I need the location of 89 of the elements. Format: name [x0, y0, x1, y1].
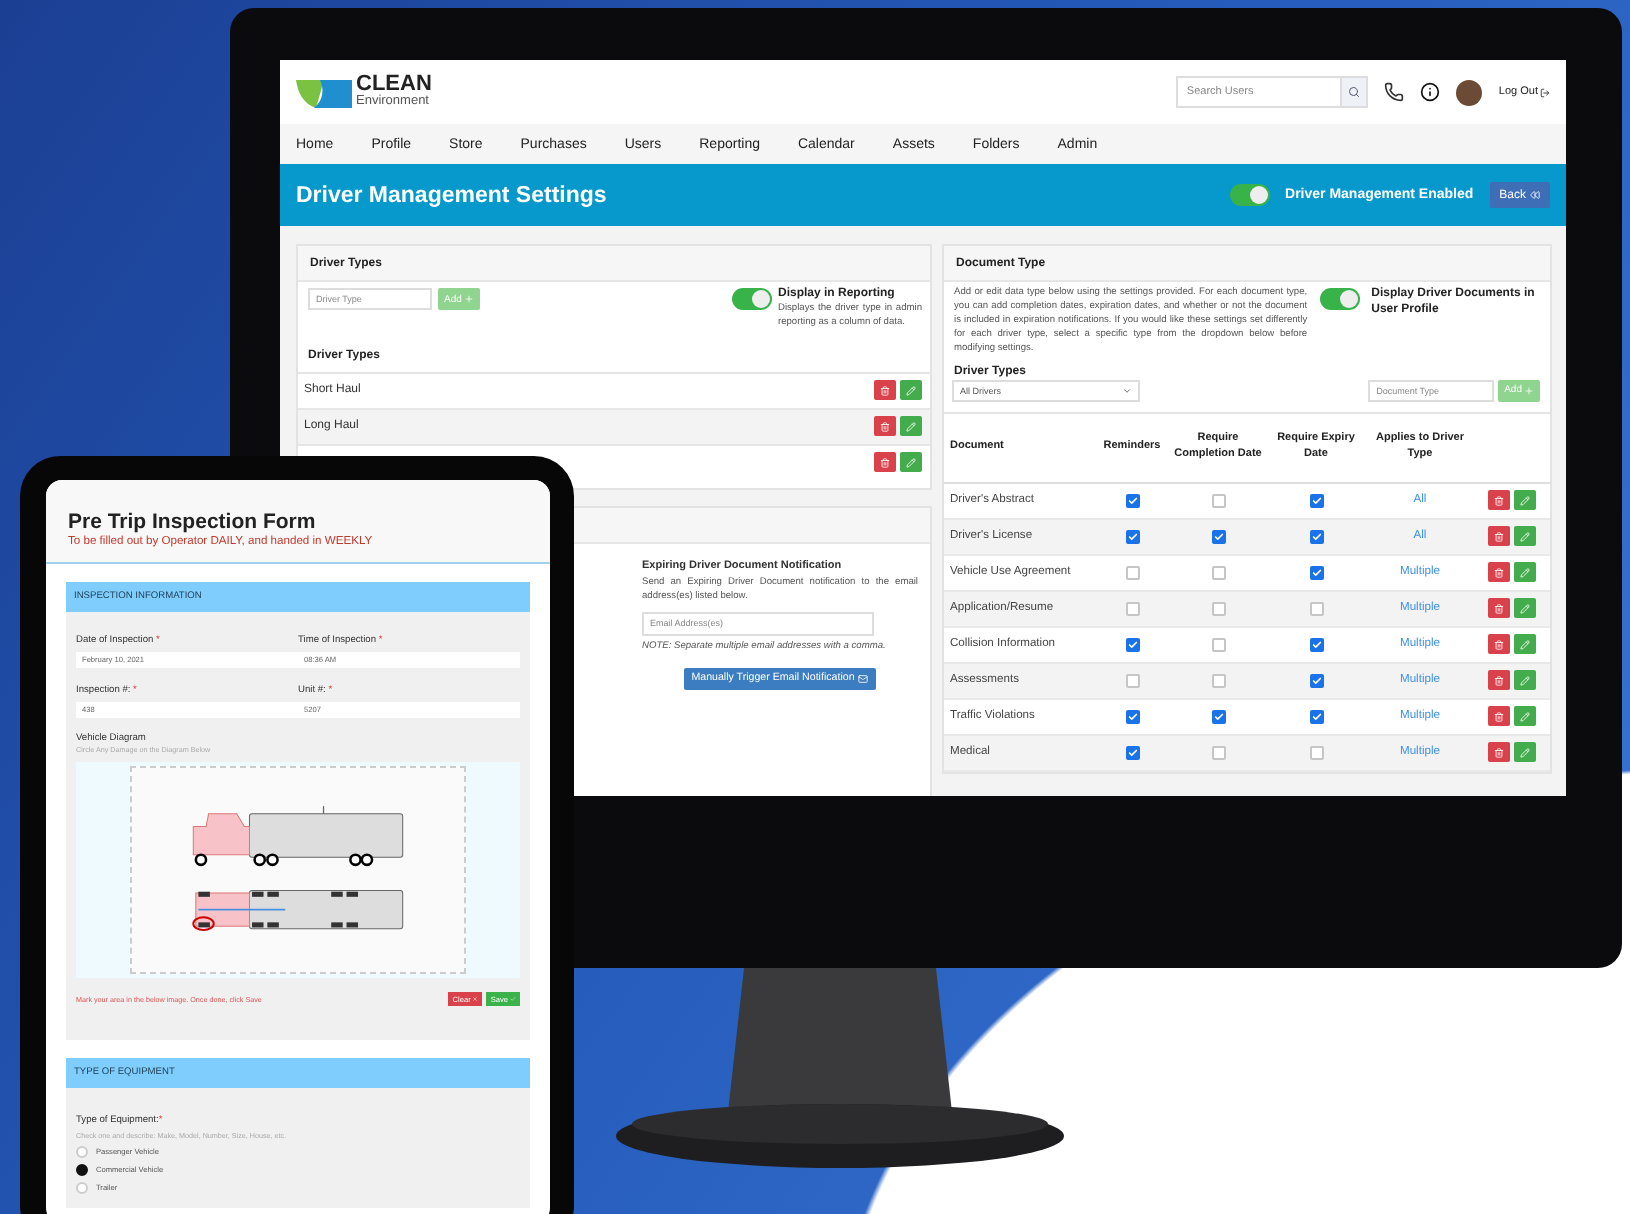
delete-button[interactable] [874, 380, 896, 401]
trash-icon [1493, 639, 1503, 650]
delete-button[interactable] [1487, 526, 1509, 547]
checkbox[interactable] [1309, 601, 1323, 616]
toggle-switch[interactable] [1229, 184, 1270, 206]
checkbox[interactable] [1125, 745, 1139, 760]
trash-icon [1493, 531, 1503, 542]
search-icon [1348, 86, 1361, 98]
checkbox[interactable] [1309, 637, 1323, 652]
edit-button[interactable] [900, 452, 922, 473]
pencil-icon [1519, 495, 1529, 506]
pencil-icon [1519, 675, 1529, 686]
checkbox[interactable] [1309, 673, 1323, 688]
checkbox[interactable] [1125, 673, 1139, 688]
checkbox[interactable] [1125, 493, 1139, 508]
checkbox[interactable] [1211, 529, 1225, 544]
edit-button[interactable] [900, 380, 922, 401]
toggle-switch[interactable] [1319, 288, 1360, 310]
checkbox[interactable] [1309, 565, 1323, 580]
edit-button[interactable] [1513, 562, 1535, 583]
checkbox[interactable] [1211, 493, 1225, 508]
checkbox[interactable] [1309, 745, 1323, 760]
checkbox[interactable] [1211, 565, 1225, 580]
checkbox[interactable] [1309, 529, 1323, 544]
mail-icon [858, 673, 869, 684]
plus-icon [463, 294, 474, 304]
logout-icon [1540, 87, 1550, 97]
pencil-icon [1519, 639, 1529, 650]
edit-button[interactable] [1513, 670, 1535, 691]
info-icon[interactable] [1420, 82, 1441, 102]
delete-button[interactable] [1487, 670, 1509, 691]
delete-button[interactable] [874, 416, 896, 437]
pencil-icon [1519, 711, 1529, 722]
form-title: Pre Trip Inspection Form [68, 510, 318, 534]
radio-button[interactable] [76, 1164, 88, 1176]
checkbox[interactable] [1125, 565, 1139, 580]
search-button[interactable] [1340, 76, 1369, 108]
delete-button[interactable] [874, 452, 896, 473]
pencil-icon [1519, 603, 1529, 614]
edit-button[interactable] [1513, 526, 1535, 547]
trash-icon [1493, 603, 1503, 614]
delete-button[interactable] [1487, 742, 1509, 763]
check-icon [510, 996, 516, 1002]
delete-button[interactable] [1487, 706, 1509, 727]
delete-button[interactable] [1487, 634, 1509, 655]
checkbox[interactable] [1211, 601, 1225, 616]
logo-icon [296, 76, 352, 108]
trash-icon [1493, 567, 1503, 578]
pencil-icon [1519, 567, 1529, 578]
checkbox[interactable] [1211, 745, 1225, 760]
trash-icon [880, 421, 890, 432]
pencil-icon [1519, 747, 1529, 758]
pencil-icon [906, 457, 916, 468]
checkbox[interactable] [1125, 529, 1139, 544]
chevron-down-icon [1122, 385, 1132, 396]
plus-icon [1524, 385, 1534, 396]
edit-button[interactable] [1513, 742, 1535, 763]
checkbox[interactable] [1125, 601, 1139, 616]
trash-icon [1493, 747, 1503, 758]
pencil-icon [906, 385, 916, 396]
avatar[interactable] [1456, 79, 1483, 105]
checkbox[interactable] [1211, 673, 1225, 688]
checkbox[interactable] [1211, 709, 1225, 724]
pencil-icon [1519, 531, 1529, 542]
trash-icon [880, 385, 890, 396]
edit-button[interactable] [1513, 634, 1535, 655]
checkbox[interactable] [1309, 709, 1323, 724]
delete-button[interactable] [1487, 490, 1509, 511]
logo-text: CLEAN [356, 74, 432, 97]
diagram-area[interactable] [76, 762, 520, 978]
edit-button[interactable] [1513, 598, 1535, 619]
delete-button[interactable] [1487, 598, 1509, 619]
checkbox[interactable] [1125, 637, 1139, 652]
pencil-icon [906, 421, 916, 432]
delete-button[interactable] [1487, 562, 1509, 583]
edit-button[interactable] [1513, 706, 1535, 727]
toggle-switch[interactable] [732, 288, 772, 310]
checkbox[interactable] [1125, 709, 1139, 724]
edit-button[interactable] [1513, 490, 1535, 511]
checkbox[interactable] [1211, 637, 1225, 652]
checkbox[interactable] [1309, 493, 1323, 508]
trash-icon [1493, 675, 1503, 686]
rewind-icon [1530, 190, 1540, 200]
phone-icon[interactable] [1384, 82, 1405, 102]
trash-icon [1493, 711, 1503, 722]
trash-icon [1493, 495, 1503, 506]
edit-button[interactable] [900, 416, 922, 437]
trash-icon [880, 457, 890, 468]
page-title: Driver Management Settings [296, 183, 607, 207]
